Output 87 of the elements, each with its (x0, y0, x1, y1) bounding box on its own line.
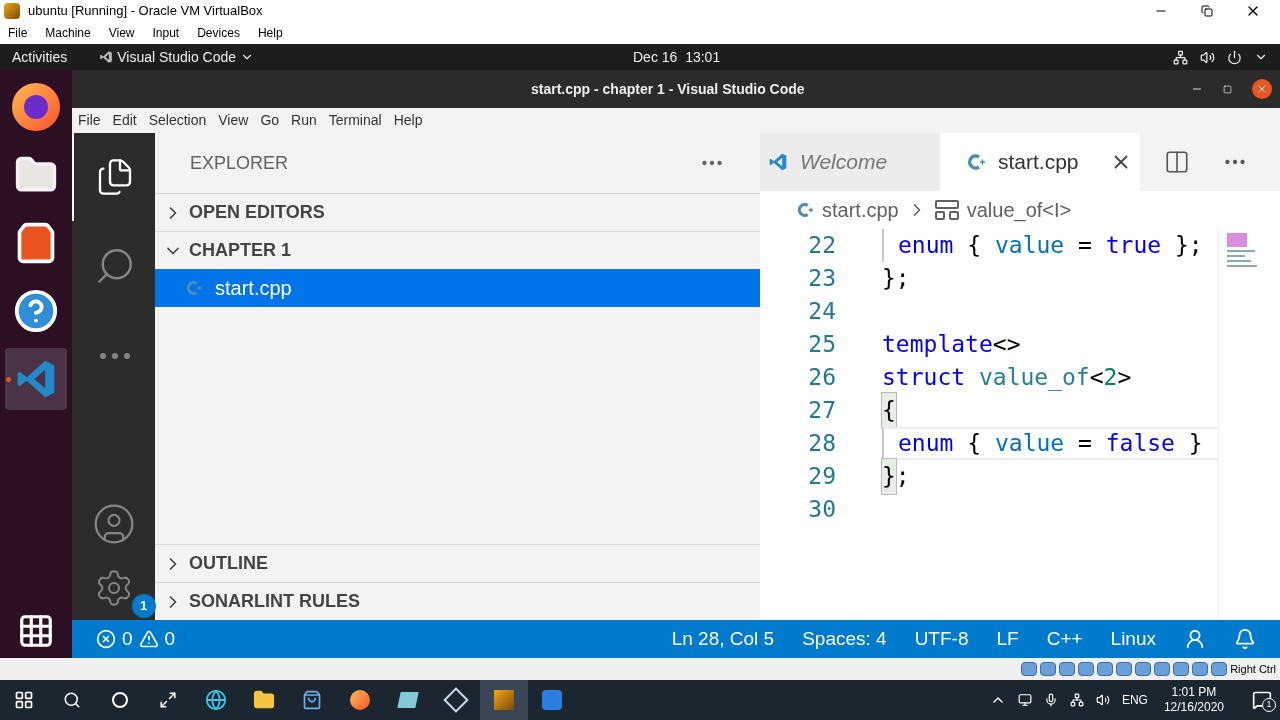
menu-item[interactable]: File (8, 24, 28, 42)
clock[interactable]: 1:01 PM 12/16/2020 (1159, 685, 1228, 715)
app-menu[interactable]: Visual Studio Code (99, 46, 255, 68)
code-line: }; (882, 264, 911, 294)
breadcrumb-item[interactable]: value_of<I> (934, 195, 1072, 225)
menu-item[interactable]: Terminal (328, 110, 382, 131)
menu-item[interactable]: Selection (148, 110, 207, 131)
app-grid-icon[interactable] (17, 612, 55, 650)
menu-item[interactable]: Help (257, 24, 283, 42)
power-icon[interactable] (1227, 49, 1242, 65)
notification-icon[interactable] (1252, 690, 1272, 710)
tree-item[interactable]: start.cpp (155, 269, 760, 307)
restore-icon[interactable] (1223, 84, 1232, 94)
host-key-label: Right Ctrl (1230, 661, 1276, 677)
more-icon (99, 353, 130, 359)
split-editor-icon[interactable] (1164, 149, 1190, 175)
menu-item[interactable]: Run (291, 110, 317, 131)
section-header[interactable]: SONARLINT RULES (155, 583, 760, 620)
error-icon (96, 629, 116, 649)
window-title: ubuntu [Running] - Oracle VM VirtualBox (28, 2, 263, 21)
code-line: enum { value = false } (882, 427, 1218, 460)
problems-indicator[interactable]: 0 0 (96, 624, 176, 654)
editor-tab[interactable]: start.cpp (940, 133, 1140, 191)
menu-item[interactable]: Edit (112, 110, 137, 131)
network-icon[interactable] (1173, 49, 1188, 65)
status-item[interactable]: Linux (1110, 624, 1156, 654)
editor-tab[interactable]: Welcome (760, 133, 940, 191)
panel-title: EXPLORER (190, 151, 289, 175)
menu-item[interactable]: View (108, 24, 135, 42)
menu-item[interactable]: Go (260, 110, 280, 131)
bell-icon[interactable] (1234, 628, 1256, 650)
app-icon (4, 3, 20, 19)
restore-icon (1201, 5, 1213, 17)
line-number: 26 (807, 363, 836, 393)
menu-item[interactable]: View (218, 110, 249, 131)
help-icon (13, 288, 59, 334)
cpp-file-icon (185, 279, 203, 297)
menu-item[interactable]: Help (393, 110, 423, 131)
status-item[interactable]: LF (996, 624, 1019, 654)
line-number: 29 (807, 462, 836, 492)
line-number: 22 (807, 231, 836, 261)
menu-item[interactable]: Machine (45, 24, 91, 42)
warning-count: 0 (164, 626, 176, 651)
line-number: 23 (807, 264, 836, 294)
warning-icon (138, 629, 159, 649)
cpp-file-icon (796, 201, 814, 219)
status-item[interactable]: UTF-8 (914, 624, 969, 654)
status-item[interactable]: Spaces: 4 (802, 624, 887, 654)
notification-badge: 1 (131, 594, 156, 618)
line-number: 30 (807, 495, 836, 525)
language-indicator[interactable]: ENG (1121, 691, 1148, 709)
code-line: }; (882, 460, 1218, 493)
feedback-icon[interactable] (1184, 628, 1206, 650)
line-number: 24 (807, 297, 836, 327)
code-line: { (882, 394, 1218, 427)
code-line: struct value_of<2> (882, 363, 1133, 393)
microphone-icon[interactable] (1043, 693, 1058, 707)
breadcrumb-item[interactable]: start.cpp (796, 195, 899, 225)
error-count: 0 (122, 626, 133, 651)
code-line: enum { value = true }; (882, 229, 1218, 262)
clock[interactable]: Dec 16 13:01 (633, 46, 721, 68)
volume-icon[interactable] (1200, 49, 1215, 65)
menu-item[interactable]: Input (152, 24, 180, 42)
status-item[interactable]: Ln 28, Col 5 (671, 624, 775, 654)
code-editor-logo-icon (768, 151, 788, 173)
struct-icon (934, 199, 959, 221)
line-number: 27 (807, 396, 836, 426)
close-icon (1256, 83, 1268, 95)
line-number: 28 (807, 429, 836, 459)
notification-count: 1 (1262, 698, 1276, 712)
section-header[interactable]: OPEN EDITORS (155, 194, 760, 231)
menu-item[interactable]: Devices (197, 24, 240, 42)
section-header[interactable]: OUTLINE (155, 545, 760, 582)
display-icon[interactable] (1017, 693, 1032, 707)
network-icon[interactable] (1069, 693, 1084, 707)
code-editor-logo-icon (99, 50, 114, 64)
section-header[interactable]: CHAPTER 1 (155, 232, 760, 269)
menu-item[interactable]: File (78, 110, 101, 131)
browser-icon (12, 83, 60, 131)
status-item[interactable]: C++ (1046, 624, 1083, 654)
line-number: 25 (807, 330, 836, 360)
code-line: template<> (882, 330, 1022, 360)
volume-icon[interactable] (1095, 693, 1110, 707)
cpp-file-icon (966, 152, 986, 172)
activities-button[interactable]: Activities (0, 46, 80, 68)
close-button[interactable] (1252, 79, 1272, 99)
window-title: start.cpp - chapter 1 - Visual Studio Code (531, 79, 805, 99)
